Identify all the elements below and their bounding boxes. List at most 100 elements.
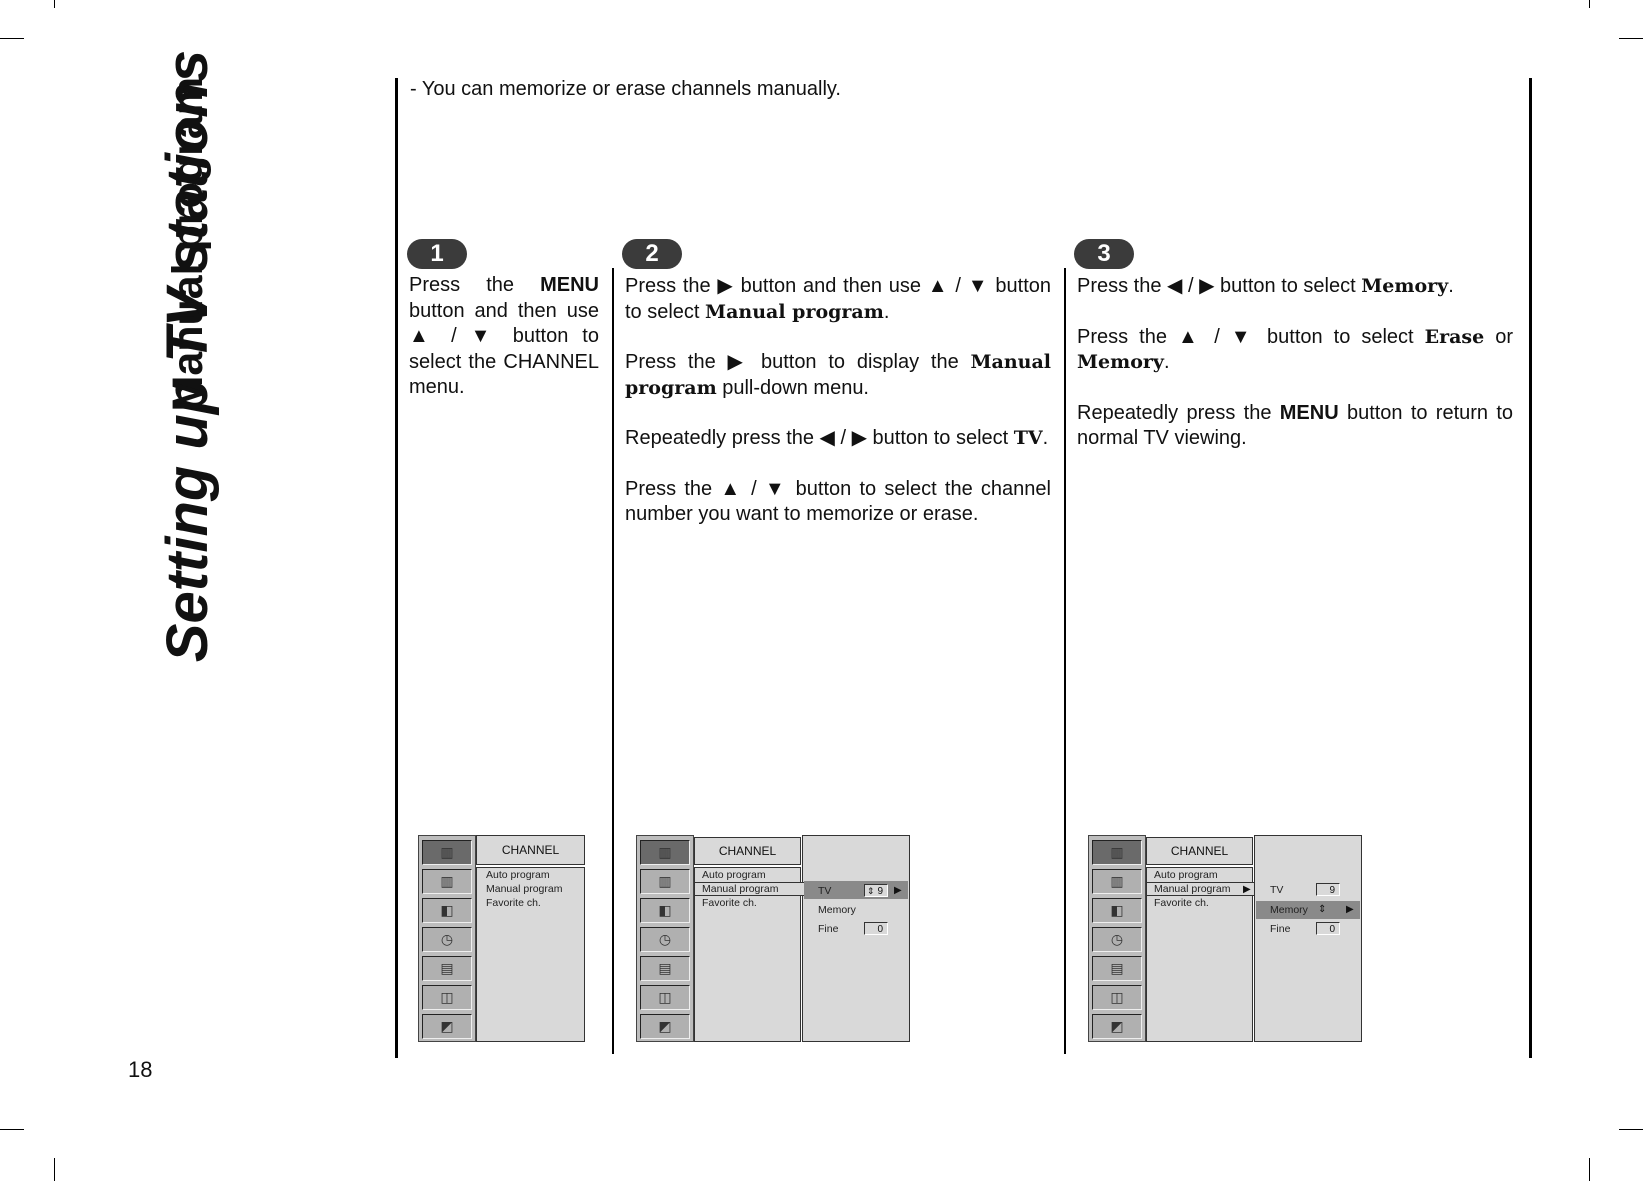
timer-icon: ◷ [422,927,472,952]
special-icon: ▤ [1092,956,1142,981]
text-run: . [1163,351,1170,373]
picture-icon: ▥ [640,869,690,894]
tv-channel-icon: ▥ [640,840,690,865]
special-icon-glyph: ▤ [658,960,672,976]
osd-label-tv: TV [818,885,832,897]
text-run: Press the ▲ / ▼ button to select [1077,325,1425,348]
osd-label-memory: Memory [1270,904,1308,916]
picture-icon-glyph: ▥ [1110,873,1124,889]
emphasis-text: Erase [1424,325,1485,348]
text-run: Repeatedly press the ◀ / ▶ button to sel… [625,427,1014,449]
sound-icon-glyph: ◧ [440,902,454,918]
tv-channel-icon-glyph: ▥ [1110,844,1124,860]
osd-item-favorite-ch: Favorite ch. [486,897,541,909]
section-heading: Setting up TV stations Manual program [118,50,258,750]
osd-item-favorite-ch: Favorite ch. [702,897,757,909]
content-border-right [1529,78,1532,1058]
osd-menu-step-1: ▥ ▥ ◧ ◷ ▤ ◫ ◩ CHANNEL Auto program Manual prog… [418,835,585,1042]
crop-mark [0,38,24,39]
osd-menu-title: CHANNEL [694,837,801,865]
osd-menu-title: CHANNEL [476,835,585,865]
picture-icon-glyph: ▥ [440,873,454,889]
lock-icon-glyph: ◩ [1110,1018,1124,1034]
osd-tv-number: 9 [877,886,883,897]
step-1-text: Press the MENU button and then use ▲ / ▼… [409,273,599,426]
crop-mark [1589,1158,1590,1181]
osd-menu-step-2: ▥ ▥ ◧ ◷ ▤ ◫ ◩ CHANNEL Auto program Manual prog… [636,835,910,1042]
osd-item-auto-program: Auto program [702,869,766,881]
timer-icon-glyph: ◷ [658,931,672,947]
special-icon-glyph: ▤ [440,960,454,976]
text-run: Press the ▲ / ▼ button to select the cha… [625,477,1051,526]
right-arrow-icon: ▶ [1243,884,1251,895]
step-badge-2: 2 [622,239,682,269]
special-icon-glyph: ▤ [1110,960,1124,976]
osd-menu-title: CHANNEL [1146,837,1253,865]
updown-icon: ⇕ [867,886,875,896]
osd-tv-value: 9 [1316,883,1340,896]
timer-icon: ◷ [640,927,690,952]
special-icon: ▤ [640,956,690,981]
page-number: 18 [128,1057,153,1082]
osd-icon-column: ▥ ▥ ◧ ◷ ▤ ◫ ◩ [1088,835,1146,1042]
text-run: . [883,300,890,323]
emphasis-text: MENU [1279,401,1339,424]
step-paragraph: Repeatedly press the ◀ / ▶ button to sel… [625,426,1051,452]
lock-icon-glyph: ◩ [658,1018,672,1034]
text-run: Repeatedly press the [1077,401,1280,424]
osd-item-auto-program: Auto program [1154,869,1218,881]
osd-submenu-panel [802,835,910,1042]
sound-icon: ◧ [640,898,690,923]
text-run: . [1448,275,1454,297]
osd-label-memory: Memory [818,904,856,916]
step-paragraph: Press the ◀ / ▶ button to select Memory. [1077,274,1513,300]
text-run: Press the [409,274,541,296]
timer-icon-glyph: ◷ [440,931,454,947]
step-badge-1: 1 [407,239,467,269]
step-2-text: Press the ▶ button and then use ▲ / ▼ bu… [625,274,1051,553]
osd-menu-step-3: ▥ ▥ ◧ ◷ ▤ ◫ ◩ CHANNEL Auto program Manual prog… [1088,835,1362,1042]
osd-label-fine: Fine [818,923,839,935]
screen-icon-glyph: ◫ [1110,989,1124,1005]
content-border-left [395,78,398,1058]
timer-icon: ◷ [1092,927,1142,952]
lock-icon: ◩ [640,1014,690,1039]
step-paragraph: Press the ▲ / ▼ button to select Erase o… [1077,325,1513,376]
right-arrow-icon: ▶ [1346,904,1354,915]
osd-item-favorite-ch: Favorite ch. [1154,897,1209,909]
emphasis-text: MENU [540,274,599,296]
crop-mark [54,1158,55,1181]
osd-fine-value: 0 [1316,922,1340,935]
osd-label-fine: Fine [1270,923,1291,935]
emphasis-text: Manual program [705,300,884,323]
osd-item-auto-program: Auto program [486,869,550,881]
lock-icon-glyph: ◩ [440,1018,454,1034]
sound-icon-glyph: ◧ [1110,902,1124,918]
intro-text: - You can memorize or erase channels man… [410,78,841,100]
osd-item-manual-program: Manual program [1147,882,1254,896]
emphasis-text: Memory [1077,351,1164,373]
osd-item-manual-program: Manual program [486,883,563,895]
step-3-text: Press the ◀ / ▶ button to select Memory.… [1077,274,1513,477]
special-icon: ▤ [422,956,472,981]
page-subtitle: Manual program [164,77,212,412]
screen-icon: ◫ [422,985,472,1010]
osd-item-manual-program: Manual program [695,882,811,896]
picture-icon: ▥ [422,869,472,894]
crop-mark [1619,38,1643,39]
crop-mark [0,1129,24,1130]
step-paragraph: Press the ▶ button to display the Manual… [625,350,1051,401]
updown-icon: ⇕ [1318,904,1327,915]
tv-channel-icon-glyph: ▥ [658,844,672,860]
sound-icon: ◧ [1092,898,1142,923]
crop-mark [54,0,55,8]
picture-icon: ▥ [1092,869,1142,894]
emphasis-text: Memory [1361,275,1449,297]
text-run: button and then use ▲ / ▼ button to sele… [409,299,599,399]
tv-channel-icon: ▥ [1092,840,1142,865]
text-run: Press the ▶ button to display the [625,351,971,373]
osd-icon-column: ▥ ▥ ◧ ◷ ▤ ◫ ◩ [418,835,476,1042]
step-paragraph: Repeatedly press the MENU button to retu… [1077,401,1513,452]
crop-mark [1589,0,1590,8]
step-badge-3: 3 [1074,239,1134,269]
